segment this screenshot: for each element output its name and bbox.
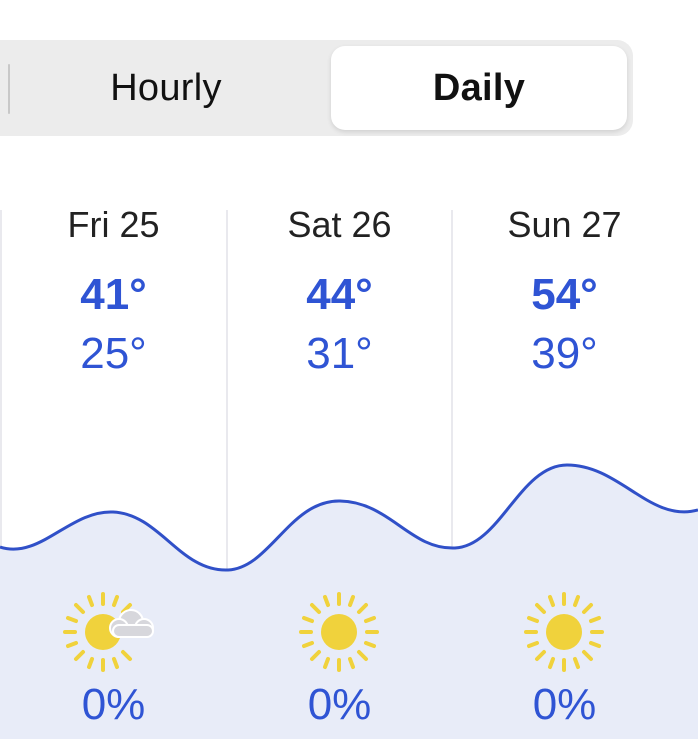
day-column[interactable]: Sun 27 54° 39° 0% — [452, 200, 677, 729]
segment-divider — [8, 64, 10, 114]
day-label: Sun 27 — [507, 204, 622, 245]
sun-icon — [452, 592, 677, 672]
sun-with-cloud-icon — [1, 592, 226, 672]
day-label: Fri 25 — [67, 204, 160, 245]
low-temp: 31° — [306, 329, 373, 378]
precipitation-chance: 0% — [307, 680, 372, 729]
tab-daily[interactable]: Daily — [331, 46, 627, 130]
low-temp: 39° — [531, 329, 598, 378]
day-column[interactable]: Sat 26 44° 31° 0% — [227, 200, 452, 729]
high-temp: 41° — [80, 270, 147, 319]
low-temp: 25° — [80, 329, 147, 378]
high-temp: 54° — [531, 270, 598, 319]
sun-icon — [227, 592, 452, 672]
precipitation-chance: 0% — [81, 680, 146, 729]
tab-hourly[interactable]: Hourly — [20, 40, 312, 136]
day-label: Sat 26 — [287, 204, 392, 245]
precipitation-chance: 0% — [532, 680, 597, 729]
day-column[interactable]: Fri 25 41° 25° 0% — [1, 200, 226, 729]
tab-daily-label: Daily — [432, 66, 526, 109]
high-temp: 44° — [306, 270, 373, 319]
tab-hourly-label: Hourly — [110, 66, 222, 109]
